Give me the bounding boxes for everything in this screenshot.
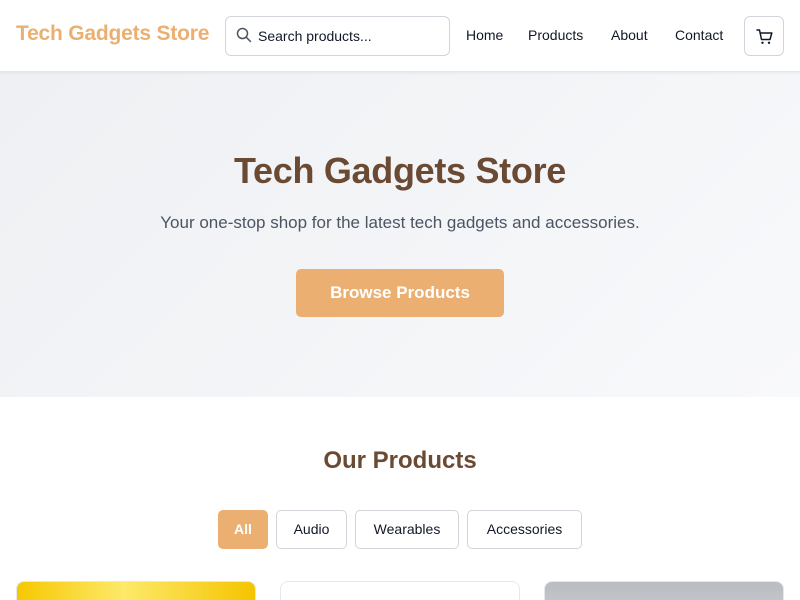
filter-accessories[interactable]: Accessories: [467, 510, 582, 549]
search-box[interactable]: [225, 16, 450, 56]
product-image: [17, 582, 255, 600]
shopping-cart-icon: [756, 29, 773, 44]
products-section-title: Our Products: [323, 447, 477, 474]
hero-section: Tech Gadgets Store Your one-stop shop fo…: [0, 72, 800, 397]
product-card[interactable]: [544, 581, 784, 600]
filter-all[interactable]: All: [218, 510, 268, 549]
browse-products-button[interactable]: Browse Products: [296, 269, 504, 317]
nav-products[interactable]: Products: [528, 27, 583, 43]
product-image: [545, 582, 783, 600]
product-card[interactable]: [16, 581, 256, 600]
search-icon: [236, 27, 252, 43]
filter-audio[interactable]: Audio: [276, 510, 347, 549]
hero-title: Tech Gadgets Store: [233, 150, 566, 191]
nav-about[interactable]: About: [611, 27, 648, 43]
filter-wearables[interactable]: Wearables: [355, 510, 459, 549]
nav-contact[interactable]: Contact: [675, 27, 723, 43]
product-image: [281, 582, 519, 600]
search-input[interactable]: [258, 18, 444, 54]
nav-home[interactable]: Home: [466, 27, 503, 43]
site-header: Tech Gadgets Store Home Products About C…: [0, 0, 800, 72]
product-card[interactable]: [280, 581, 520, 600]
cart-button[interactable]: [744, 16, 784, 56]
hero-subtitle: Your one-stop shop for the latest tech g…: [160, 213, 640, 232]
store-logo[interactable]: Tech Gadgets Store: [16, 22, 209, 46]
